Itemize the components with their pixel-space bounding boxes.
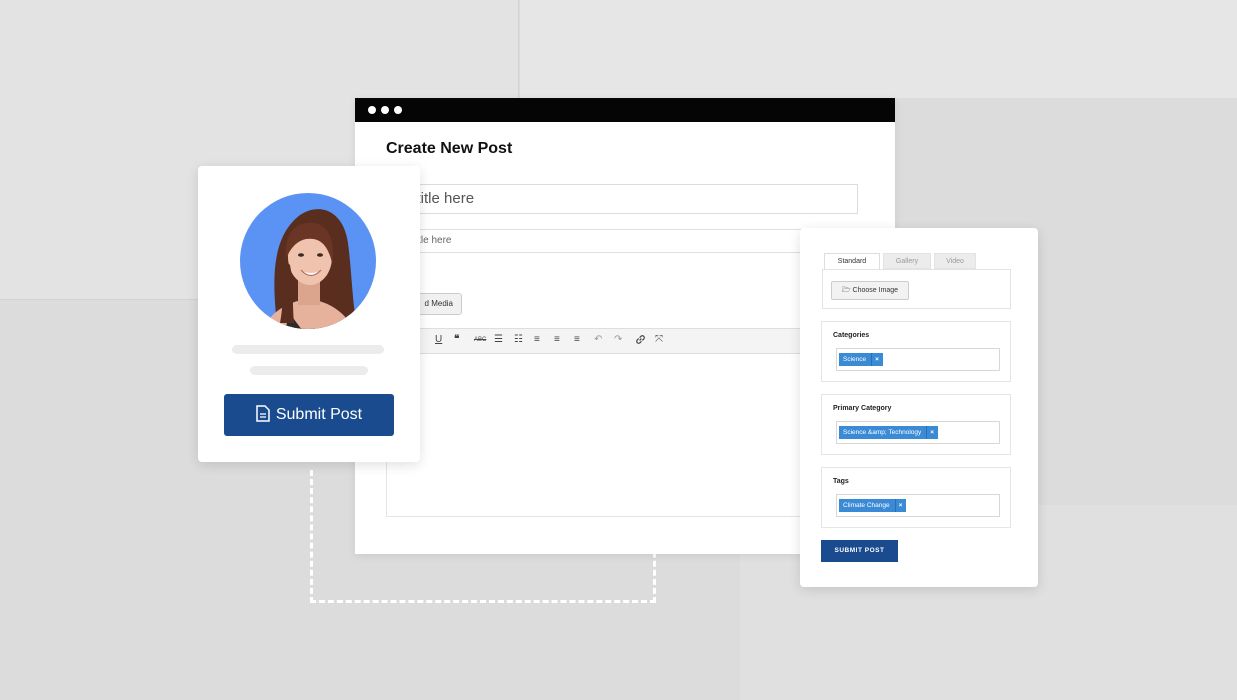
folder-icon: 🗁 [841,287,851,294]
window-dot-icon [368,106,376,114]
post-subtitle-input[interactable]: subtitle here [386,229,858,253]
bullet-list-icon[interactable]: ☰ [494,334,503,345]
strikethrough-icon[interactable]: ABC [474,337,486,343]
categories-select[interactable]: Science × [836,348,1000,371]
content-editor-area[interactable] [386,354,858,517]
fullscreen-icon[interactable]: ⤧ [655,334,663,345]
avatar [240,193,376,329]
tab-standard[interactable]: Standard [824,253,880,269]
tags-label: Tags [833,478,849,485]
numbered-list-icon[interactable]: ☷ [514,334,523,345]
document-icon [256,405,270,422]
quote-icon[interactable]: ❝ [454,334,459,345]
post-settings-panel: Standard Gallery Video 🗁 Choose Image Ca… [800,228,1038,587]
post-title-input[interactable]: er title here [386,184,858,214]
remove-chip-icon[interactable]: × [894,499,902,512]
tab-video[interactable]: Video [934,253,976,269]
remove-chip-icon[interactable]: × [871,353,879,366]
category-chip: Science × [839,353,883,366]
placeholder-line [232,345,384,354]
window-dot-icon [381,106,389,114]
media-tab-panel: 🗁 Choose Image [822,269,1011,309]
remove-chip-icon[interactable]: × [926,426,934,439]
primary-category-box: Primary Category Science &amp; Technolog… [821,394,1011,455]
submit-post-button[interactable]: Submit Post [224,394,394,436]
background-divider [518,0,519,98]
placeholder-line [250,366,368,375]
editor-toolbar: U ❝ ABC ☰ ☷ ≡ ≡ ≡ ↶ ↷ ⤧ [386,328,858,354]
align-left-icon[interactable]: ≡ [534,334,540,345]
align-right-icon[interactable]: ≡ [574,334,580,345]
tags-box: Tags Climate Change × [821,467,1011,528]
align-center-icon[interactable]: ≡ [554,334,560,345]
link-icon[interactable] [635,334,646,348]
categories-box: Categories Science × [821,321,1011,382]
tags-select[interactable]: Climate Change × [836,494,1000,517]
underline-icon[interactable]: U [435,334,442,345]
redo-icon[interactable]: ↷ [614,334,622,345]
categories-label: Categories [833,332,870,339]
window-dot-icon [394,106,402,114]
window-titlebar [355,98,895,122]
tab-gallery[interactable]: Gallery [883,253,931,269]
profile-card: Submit Post [198,166,420,462]
primary-category-select[interactable]: Science &amp; Technology × [836,421,1000,444]
background-divider [0,299,200,300]
tag-chip: Climate Change × [839,499,907,512]
background-panel [520,0,1237,98]
primary-category-chip: Science &amp; Technology × [839,426,939,439]
choose-image-label: Choose Image [852,287,899,294]
submit-post-label: Submit Post [275,406,363,423]
undo-icon[interactable]: ↶ [594,334,602,345]
submit-post-small-button[interactable]: SUBMIT POST [821,540,898,562]
page-title: Create New Post [386,140,513,157]
primary-category-label: Primary Category [833,405,892,412]
choose-image-button[interactable]: 🗁 Choose Image [831,281,909,300]
